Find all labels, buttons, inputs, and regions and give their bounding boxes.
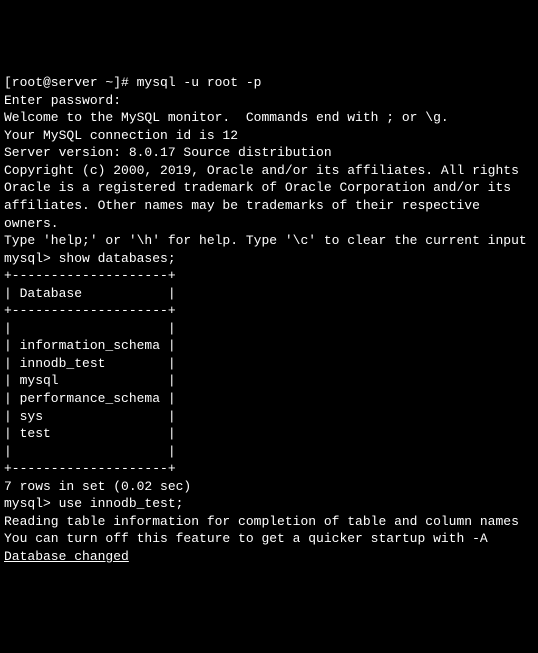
welcome-line: Welcome to the MySQL monitor. Commands e…: [4, 109, 534, 127]
table-row-blank: | |: [4, 443, 534, 461]
trademark-line-2: affiliates. Other names may be trademark…: [4, 197, 534, 215]
table-row: | test |: [4, 425, 534, 443]
shell-prompt-line: [root@server ~]# mysql -u root -p: [4, 74, 534, 92]
server-version-line: Server version: 8.0.17 Source distributi…: [4, 144, 534, 162]
database-changed: Database changed: [4, 548, 534, 566]
terminal-output[interactable]: [root@server ~]# mysql -u root -pEnter p…: [4, 74, 534, 565]
copyright-line: Copyright (c) 2000, 2019, Oracle and/or …: [4, 162, 534, 180]
table-row: | mysql |: [4, 372, 534, 390]
table-row: | innodb_test |: [4, 355, 534, 373]
trademark-line-1: Oracle is a registered trademark of Orac…: [4, 179, 534, 197]
table-row: | performance_schema |: [4, 390, 534, 408]
rows-summary: 7 rows in set (0.02 sec): [4, 478, 534, 496]
table-border-bottom: +--------------------+: [4, 460, 534, 478]
turnoff-feature-info: You can turn off this feature to get a q…: [4, 530, 534, 548]
table-row-blank: | |: [4, 320, 534, 338]
table-border-top: +--------------------+: [4, 267, 534, 285]
table-header: | Database |: [4, 285, 534, 303]
password-prompt: Enter password:: [4, 92, 534, 110]
reading-table-info: Reading table information for completion…: [4, 513, 534, 531]
help-line: Type 'help;' or '\h' for help. Type '\c'…: [4, 232, 534, 250]
trademark-line-3: owners.: [4, 215, 534, 233]
table-border-mid: +--------------------+: [4, 302, 534, 320]
mysql-prompt-use-db: mysql> use innodb_test;: [4, 495, 534, 513]
table-row: | sys |: [4, 408, 534, 426]
mysql-prompt-show-databases: mysql> show databases;: [4, 250, 534, 268]
table-row: | information_schema |: [4, 337, 534, 355]
connection-id-line: Your MySQL connection id is 12: [4, 127, 534, 145]
